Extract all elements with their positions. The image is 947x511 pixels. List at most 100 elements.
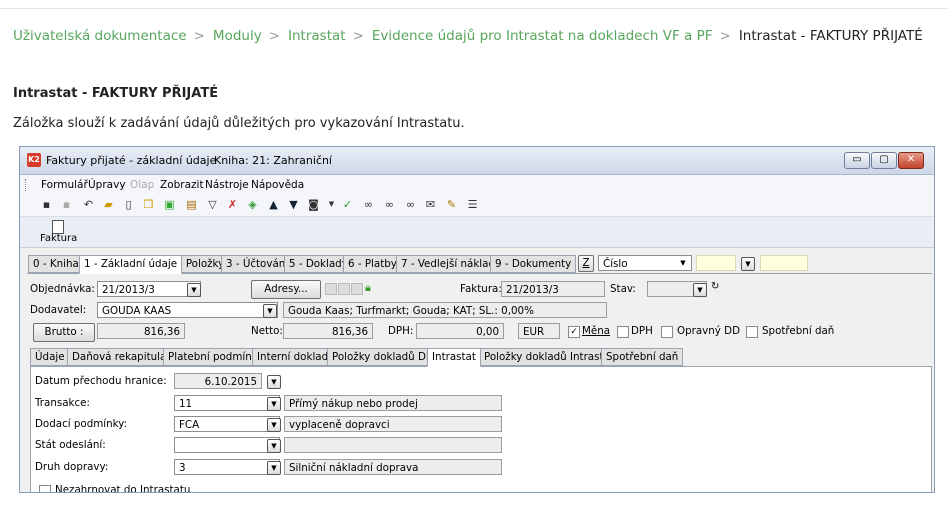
nezahrnovat-checkbox[interactable] — [39, 485, 51, 492]
dph-label: DPH: — [388, 325, 414, 337]
new-document-icon[interactable]: ▯ — [121, 197, 136, 212]
binoculars-icon[interactable]: ∞ — [361, 197, 376, 212]
close-button[interactable]: ✕ — [898, 152, 924, 169]
breadcrumb-link[interactable]: Evidence údajů pro Intrastat na dokladec… — [372, 28, 713, 44]
zakladni-udaje-panel: Objednávka: 21/2013/3 ▼ Adresy... 🔒︎ Fak… — [27, 273, 932, 492]
opravny-dd-checkbox[interactable] — [661, 326, 673, 338]
subtab-udaje[interactable]: Údaje — [30, 348, 70, 366]
print-icon[interactable]: ◈ — [245, 197, 260, 212]
adresy-button[interactable]: Adresy... — [251, 280, 321, 299]
mena-label: Měna — [582, 325, 611, 337]
undo-icon[interactable]: ↶ — [81, 197, 96, 212]
chevron-down-icon[interactable]: ▼ — [267, 375, 281, 389]
stav-label: Stav: — [610, 283, 636, 295]
filter-icon[interactable]: ▽ — [205, 197, 220, 212]
chevron-down-icon[interactable]: ▼ — [267, 397, 281, 411]
breadcrumb-separator: > — [268, 28, 281, 44]
export-icon[interactable]: ▣ — [162, 197, 177, 212]
chevron-down-icon[interactable]: ▼ — [741, 257, 755, 271]
arrow-down-icon[interactable]: ▼ — [286, 197, 301, 212]
lock-icon: 🔒︎ — [365, 281, 371, 294]
subtab-intrastat[interactable]: Intrastat — [427, 348, 481, 367]
faktura-label: Faktura: — [460, 283, 502, 295]
menu-bar: Formulář Úpravy Olap Zobrazit Nástroje N… — [20, 175, 934, 194]
arrow-up-icon[interactable]: ▲ — [266, 197, 281, 212]
faktura-field[interactable]: 21/2013/3 — [501, 281, 605, 297]
chevron-down-icon[interactable]: ▼ — [693, 283, 707, 297]
chevron-down-icon[interactable]: ▼ — [267, 439, 281, 453]
minimize-button[interactable]: ▭ — [844, 152, 870, 169]
dodavatel-field[interactable]: GOUDA KAAS — [97, 302, 278, 318]
dph-field[interactable]: 0,00 — [416, 323, 504, 339]
address-icon-3[interactable] — [351, 283, 363, 295]
brutto-field[interactable]: 816,36 — [97, 323, 185, 339]
tab-platby[interactable]: 6 - Platby — [343, 255, 402, 273]
z-button[interactable]: Z — [578, 255, 594, 272]
breadcrumb-link[interactable]: Intrastat — [288, 28, 346, 44]
chevron-down-icon[interactable]: ▼ — [267, 418, 281, 432]
save-icon[interactable]: ▪ — [39, 197, 54, 212]
brutto-button[interactable]: Brutto : — [33, 323, 95, 342]
stat-odeslani-field[interactable] — [174, 437, 280, 453]
copy-icon[interactable]: ❐ — [141, 197, 156, 212]
address-icon-2[interactable] — [338, 283, 350, 295]
edit-icon[interactable]: ✎ — [444, 197, 459, 212]
netto-label: Netto: — [251, 325, 283, 337]
binoculars-prev-icon[interactable]: ∞ — [403, 197, 418, 212]
dropdown-arrow-icon[interactable]: ▼ — [324, 197, 339, 212]
faktura-button[interactable]: Faktura — [40, 233, 77, 244]
breadcrumb: Uživatelská dokumentace > Moduly > Intrastat… — [13, 28, 923, 44]
tab-uctovani[interactable]: 3 - Účtování — [221, 255, 294, 273]
dph-checkbox[interactable] — [617, 326, 629, 338]
spotrebni-dan-checkbox[interactable] — [746, 326, 758, 338]
dph-checkbox-label: DPH — [631, 325, 653, 337]
sort-input-1[interactable] — [696, 255, 736, 271]
menu-upravy[interactable]: Úpravy — [88, 179, 126, 191]
druh-dopravy-field[interactable]: 3 — [174, 459, 280, 475]
invoice-icon — [52, 220, 64, 234]
menu-formular[interactable]: Formulář — [41, 179, 88, 191]
camera-icon[interactable]: ◙ — [306, 197, 321, 212]
datum-prechodu-field[interactable]: 6.10.2015 — [174, 373, 262, 389]
breadcrumb-link[interactable]: Uživatelská dokumentace — [13, 28, 187, 44]
list-icon[interactable]: ☰ — [465, 197, 480, 212]
chevron-down-icon[interactable]: ▼ — [267, 461, 281, 475]
menubar-grip — [25, 179, 28, 191]
check-arrow-icon[interactable]: ✓ — [340, 197, 355, 212]
stat-odeslani-label: Stát odeslání: — [35, 439, 106, 451]
mena-checkbox[interactable]: ✓ — [568, 326, 580, 338]
chevron-down-icon[interactable]: ▼ — [263, 304, 277, 318]
transakce-field[interactable]: 11 — [174, 395, 280, 411]
save-disabled-icon[interactable]: ▪ — [59, 197, 74, 212]
dodaci-podminky-field[interactable]: FCA — [174, 416, 280, 432]
tab-kniha[interactable]: 0 - Kniha — [28, 255, 84, 273]
book-icon[interactable]: ▤ — [184, 197, 199, 212]
app-icon: K2 — [27, 153, 41, 167]
chevron-down-icon[interactable]: ▼ — [187, 283, 201, 297]
sort-input-2[interactable] — [760, 255, 808, 271]
subtab-spotrebni-dan[interactable]: Spotřební daň — [601, 348, 684, 366]
breadcrumb-link[interactable]: Moduly — [213, 28, 262, 44]
binoculars-next-icon[interactable]: ∞ — [382, 197, 397, 212]
tab-dokumenty[interactable]: 9 - Dokumenty — [490, 255, 577, 273]
netto-field[interactable]: 816,36 — [283, 323, 373, 339]
objednavka-label: Objednávka: — [30, 283, 95, 295]
currency-field[interactable]: EUR — [518, 323, 560, 339]
window-kniha: Kniha: 21: Zahraniční — [214, 154, 332, 167]
menu-napoveda[interactable]: Nápověda — [251, 179, 304, 191]
objednavka-field[interactable]: 21/2013/3 — [97, 281, 201, 297]
maximize-button[interactable]: ▢ — [871, 152, 897, 169]
refresh-icon[interactable]: ↻ — [711, 281, 719, 292]
tab-zakladni-udaje[interactable]: 1 - Základní údaje — [79, 255, 183, 274]
menu-olap[interactable]: Olap — [130, 179, 154, 191]
large-toolbar: Faktura — [20, 217, 934, 248]
delete-icon[interactable]: ✗ — [225, 197, 240, 212]
mail-icon[interactable]: ✉ — [423, 197, 438, 212]
top-divider — [0, 8, 947, 9]
open-folder-icon[interactable]: ▰ — [101, 197, 116, 212]
menu-zobrazit[interactable]: Zobrazit — [160, 179, 204, 191]
menu-nastroje[interactable]: Nástroje — [205, 179, 249, 191]
chevron-down-icon[interactable]: ▼ — [677, 257, 689, 269]
intrastat-panel: Datum přechodu hranice: 6.10.2015 ▼ Tran… — [30, 366, 932, 492]
address-icon-1[interactable] — [325, 283, 337, 295]
